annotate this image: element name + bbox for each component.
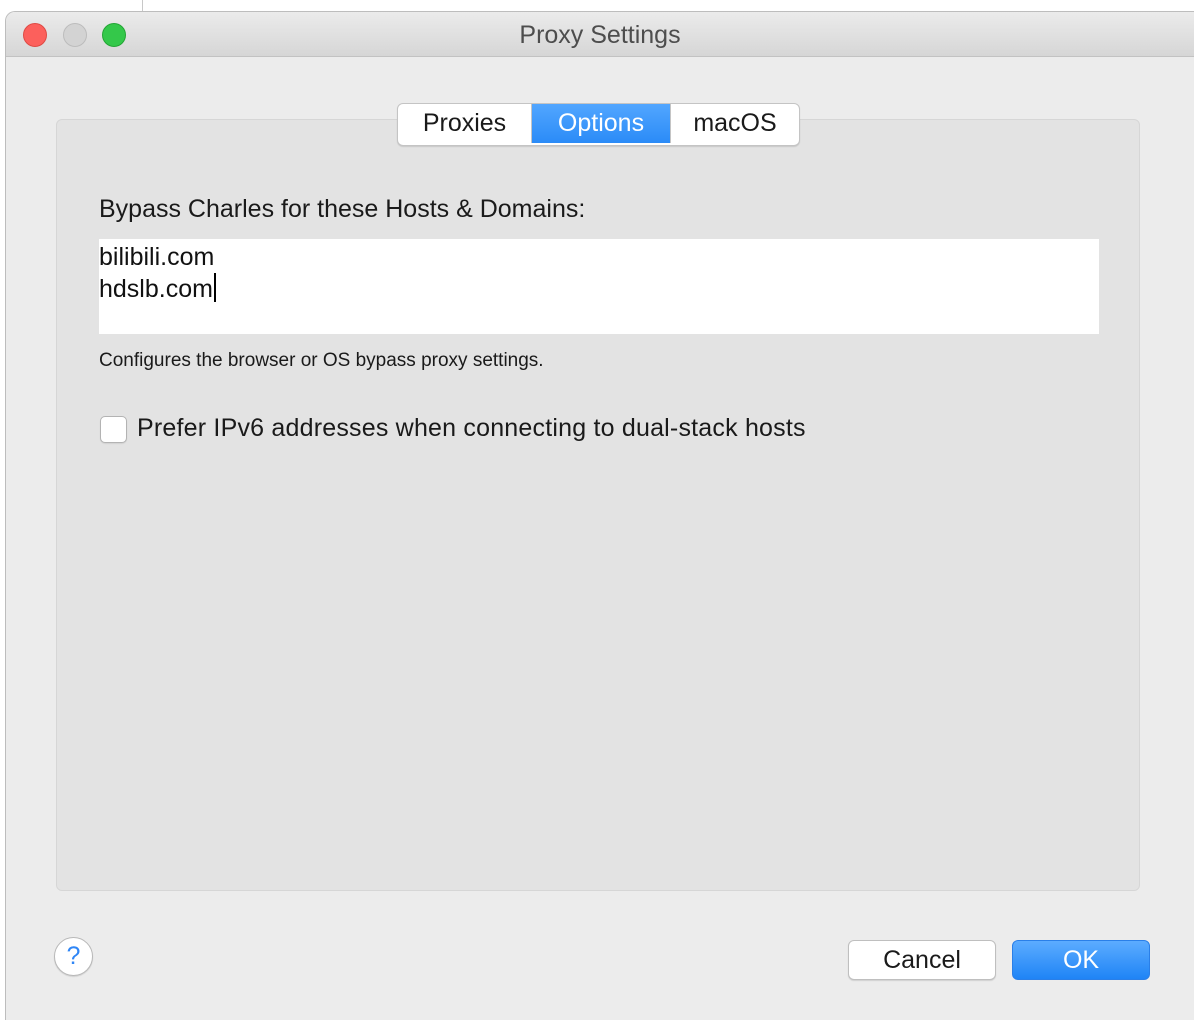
- tab-options[interactable]: Options: [532, 104, 670, 143]
- prefer-ipv6-label[interactable]: Prefer IPv6 addresses when connecting to…: [137, 414, 806, 443]
- host-entry: hdslb.com: [99, 273, 216, 305]
- host-entry-text: hdslb.com: [99, 275, 213, 303]
- ok-button[interactable]: OK: [1012, 940, 1150, 980]
- tab-macos[interactable]: macOS: [670, 104, 799, 143]
- cancel-button[interactable]: Cancel: [848, 940, 996, 980]
- bypass-hosts-textarea[interactable]: bilibili.com hdslb.com: [99, 239, 1099, 334]
- proxy-settings-window: Proxy Settings Proxies Options macOS Byp…: [5, 11, 1194, 1020]
- bypass-hint-text: Configures the browser or OS bypass prox…: [99, 350, 544, 371]
- tab-bar: Proxies Options macOS: [397, 103, 800, 146]
- tab-proxies[interactable]: Proxies: [398, 104, 532, 143]
- options-panel: [56, 119, 1140, 891]
- prefer-ipv6-checkbox[interactable]: [100, 416, 127, 443]
- title-bar: Proxy Settings: [6, 12, 1194, 57]
- bypass-hosts-label: Bypass Charles for these Hosts & Domains…: [99, 195, 586, 223]
- host-entry-text: bilibili.com: [99, 243, 215, 271]
- host-entry: bilibili.com: [99, 241, 214, 273]
- help-button[interactable]: ?: [54, 937, 93, 976]
- text-caret: [213, 273, 216, 302]
- window-title: Proxy Settings: [519, 21, 681, 49]
